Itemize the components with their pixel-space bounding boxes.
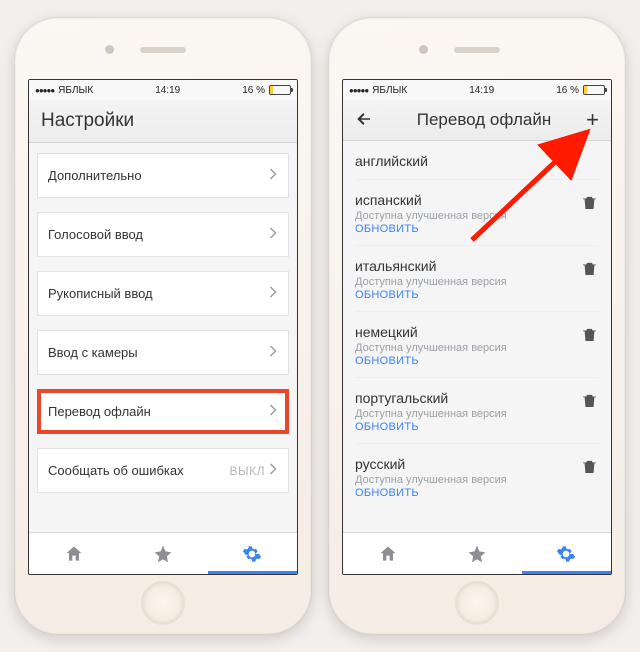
signal-dots-icon: ●●●●● xyxy=(35,86,54,95)
front-camera xyxy=(105,45,114,54)
left-screen: ●●●●● ЯБЛЫК 14:19 16 % Настройки Дополни… xyxy=(28,79,298,575)
update-link[interactable]: ОБНОВИТЬ xyxy=(355,355,583,367)
chevron-right-icon xyxy=(269,286,278,301)
update-link[interactable]: ОБНОВИТЬ xyxy=(355,223,583,235)
chevron-right-icon xyxy=(269,404,278,419)
battery-pct: 16 % xyxy=(556,85,579,96)
language-row-german[interactable]: немецкий Доступна улучшенная версия ОБНО… xyxy=(355,312,599,378)
toggle-value: ВЫКЛ xyxy=(230,464,266,478)
carrier-label: ЯБЛЫК xyxy=(58,85,93,96)
settings-item-offline-translate[interactable]: Перевод офлайн xyxy=(37,389,289,434)
add-language-button[interactable]: + xyxy=(579,111,599,129)
speaker-slot xyxy=(454,47,500,53)
battery-icon xyxy=(583,85,605,95)
language-row-italian[interactable]: итальянский Доступна улучшенная версия О… xyxy=(355,246,599,312)
tab-bar xyxy=(29,532,297,574)
language-subtext: Доступна улучшенная версия xyxy=(355,342,583,354)
status-time: 14:19 xyxy=(469,85,494,96)
chevron-right-icon xyxy=(269,345,278,360)
language-name: итальянский xyxy=(355,258,583,274)
page-title: Перевод офлайн xyxy=(389,110,579,130)
update-link[interactable]: ОБНОВИТЬ xyxy=(355,289,583,301)
tab-bar xyxy=(343,532,611,574)
tab-favorites[interactable] xyxy=(118,544,207,564)
left-device: ●●●●● ЯБЛЫК 14:19 16 % Настройки Дополни… xyxy=(14,17,312,635)
language-row-portuguese[interactable]: португальский Доступна улучшенная версия… xyxy=(355,378,599,444)
back-button[interactable] xyxy=(355,110,375,130)
language-subtext: Доступна улучшенная версия xyxy=(355,210,583,222)
delete-language-button[interactable] xyxy=(583,258,599,281)
settings-item-voice-input[interactable]: Голосовой ввод xyxy=(37,212,289,257)
speaker-slot xyxy=(140,47,186,53)
settings-item-report-errors[interactable]: Сообщать об ошибках ВЫКЛ xyxy=(37,448,289,493)
delete-language-button[interactable] xyxy=(583,192,599,215)
language-name: английский xyxy=(355,153,599,169)
language-row-spanish[interactable]: испанский Доступна улучшенная версия ОБН… xyxy=(355,180,599,246)
delete-language-button[interactable] xyxy=(583,324,599,347)
language-name: испанский xyxy=(355,192,583,208)
language-row-english[interactable]: английский xyxy=(355,141,599,180)
settings-item-label: Дополнительно xyxy=(48,168,269,183)
settings-item-handwriting[interactable]: Рукописный ввод xyxy=(37,271,289,316)
update-link[interactable]: ОБНОВИТЬ xyxy=(355,487,583,499)
settings-item-camera-input[interactable]: Ввод с камеры xyxy=(37,330,289,375)
language-name: португальский xyxy=(355,390,583,406)
home-button[interactable] xyxy=(455,581,499,625)
delete-language-button[interactable] xyxy=(583,456,599,479)
settings-item-label: Ввод с камеры xyxy=(48,345,269,360)
language-row-russian[interactable]: русский Доступна улучшенная версия ОБНОВ… xyxy=(355,444,599,509)
language-subtext: Доступна улучшенная версия xyxy=(355,474,583,486)
language-name: русский xyxy=(355,456,583,472)
delete-language-button[interactable] xyxy=(583,390,599,413)
carrier-label: ЯБЛЫК xyxy=(372,85,407,96)
settings-item-label: Рукописный ввод xyxy=(48,286,269,301)
chevron-right-icon xyxy=(269,227,278,242)
front-camera xyxy=(419,45,428,54)
battery-icon xyxy=(269,85,291,95)
page-title: Настройки xyxy=(41,110,134,132)
settings-item-label: Перевод офлайн xyxy=(48,404,269,419)
tab-home[interactable] xyxy=(29,544,118,564)
tab-favorites[interactable] xyxy=(432,544,521,564)
signal-dots-icon: ●●●●● xyxy=(349,86,368,95)
language-subtext: Доступна улучшенная версия xyxy=(355,408,583,420)
home-button[interactable] xyxy=(141,581,185,625)
tab-home[interactable] xyxy=(343,544,432,564)
settings-item-label: Голосовой ввод xyxy=(48,227,269,242)
battery-pct: 16 % xyxy=(242,85,265,96)
tab-settings[interactable] xyxy=(208,544,297,564)
settings-header: Настройки xyxy=(29,100,297,143)
chevron-right-icon xyxy=(269,168,278,183)
status-bar: ●●●●● ЯБЛЫК 14:19 16 % xyxy=(343,80,611,100)
settings-item-additional[interactable]: Дополнительно xyxy=(37,153,289,198)
settings-item-label: Сообщать об ошибках xyxy=(48,463,230,478)
language-subtext: Доступна улучшенная версия xyxy=(355,276,583,288)
tab-settings[interactable] xyxy=(522,544,611,564)
right-screen: ●●●●● ЯБЛЫК 14:19 16 % Перевод офлайн + … xyxy=(342,79,612,575)
right-device: ●●●●● ЯБЛЫК 14:19 16 % Перевод офлайн + … xyxy=(328,17,626,635)
update-link[interactable]: ОБНОВИТЬ xyxy=(355,421,583,433)
offline-header: Перевод офлайн + xyxy=(343,100,611,141)
language-name: немецкий xyxy=(355,324,583,340)
settings-list[interactable]: Дополнительно Голосовой ввод Рукописный … xyxy=(29,143,297,532)
status-time: 14:19 xyxy=(155,85,180,96)
chevron-right-icon xyxy=(269,463,278,478)
language-list[interactable]: английский испанский Доступна улучшенная… xyxy=(343,141,611,532)
status-bar: ●●●●● ЯБЛЫК 14:19 16 % xyxy=(29,80,297,100)
